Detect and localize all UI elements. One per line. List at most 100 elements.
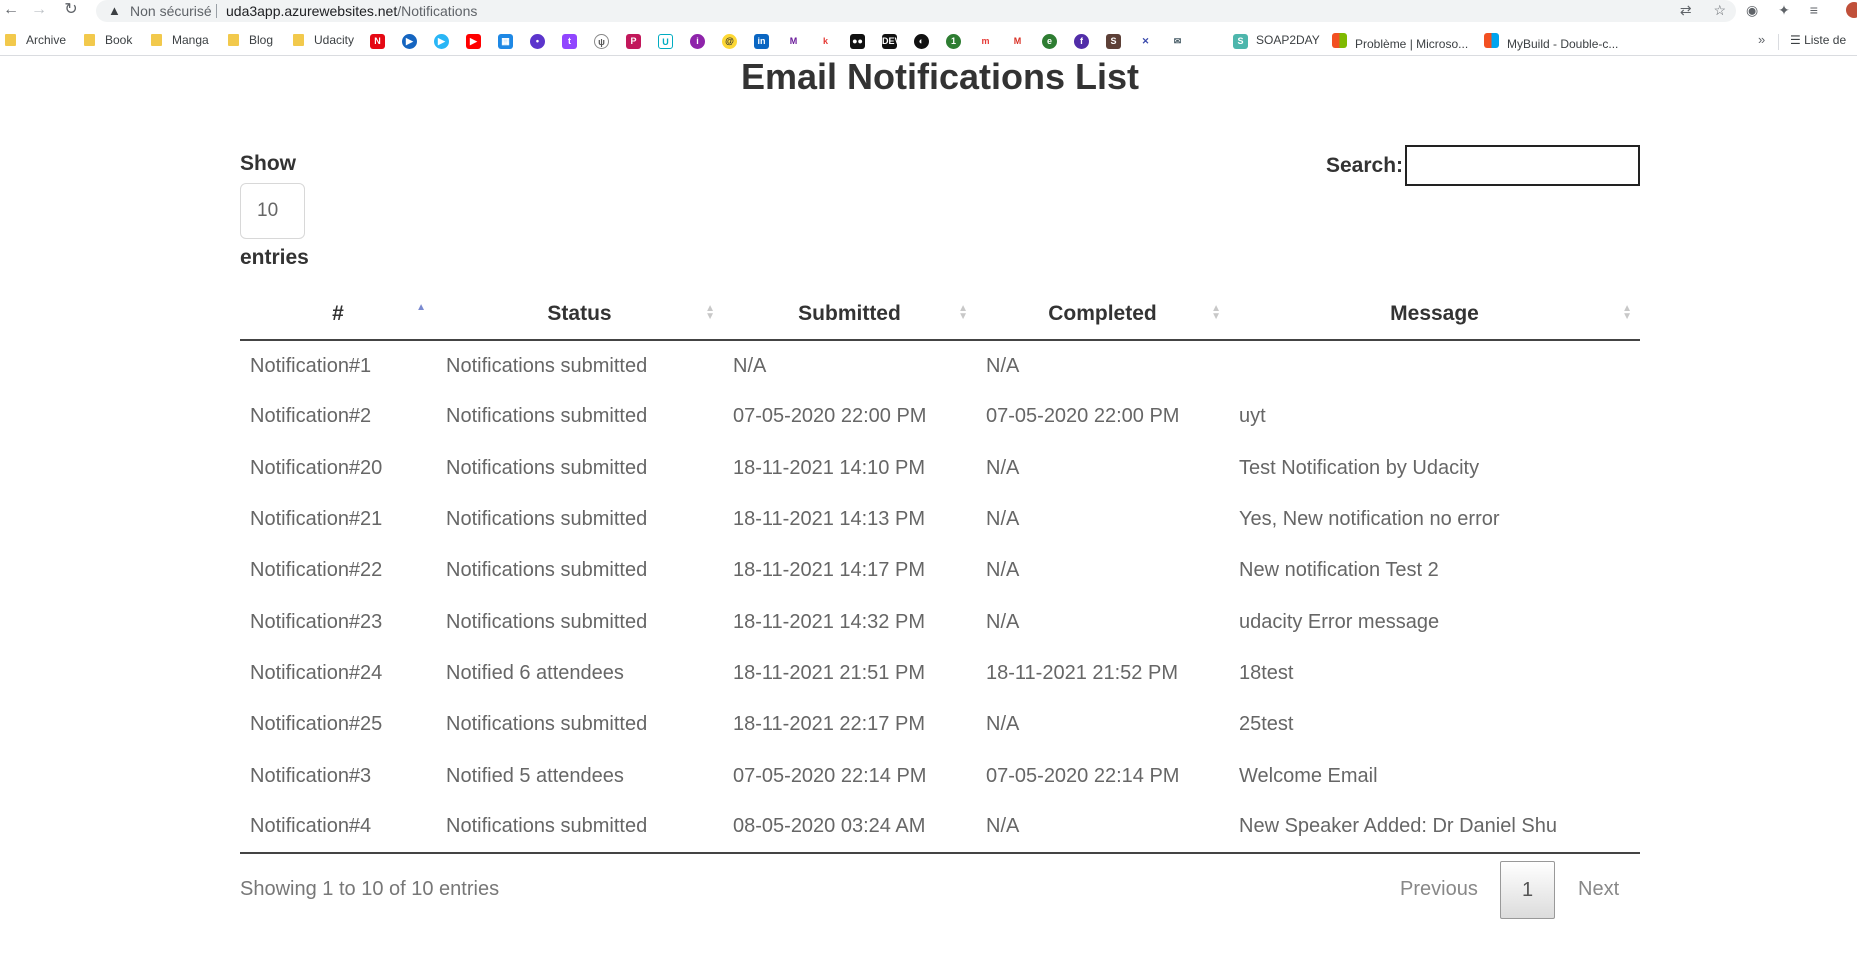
image-app-icon[interactable]: ▦ <box>498 34 513 49</box>
cell-submitted: 07-05-2020 22:00 PM <box>733 405 927 428</box>
cell-submitted: 07-05-2020 22:14 PM <box>733 764 927 787</box>
folder-icon <box>151 34 162 46</box>
star-icon[interactable]: ☆ <box>1713 2 1726 18</box>
column-header-submitted[interactable]: Submitted ▲ ▼ <box>723 288 976 341</box>
previous-button[interactable]: Previous <box>1400 878 1478 937</box>
entries-label: entries <box>240 246 309 269</box>
violet-circle-icon[interactable]: f <box>1074 34 1089 49</box>
yellow-circle-icon[interactable]: @ <box>722 34 737 49</box>
table-row[interactable]: Notification#1 Notifications submitted N… <box>240 340 1640 391</box>
column-header-message[interactable]: Message ▲ ▼ <box>1229 288 1640 341</box>
cell-id: Notification#2 <box>250 405 372 428</box>
github-icon[interactable]: ◐ <box>914 34 929 49</box>
column-header-completed[interactable]: Completed ▲ ▼ <box>976 288 1229 341</box>
cell-id: Notification#25 <box>250 713 383 736</box>
address-divider <box>216 4 217 18</box>
cell-id: Notification#22 <box>250 559 383 582</box>
p-app-icon[interactable]: P <box>626 34 641 49</box>
green-one-icon[interactable]: 1 <box>946 34 961 49</box>
bookmark-mybuild[interactable]: MyBuild - Double-c... <box>1484 33 1618 51</box>
table-row[interactable]: Notification#4 Notifications submitted 0… <box>240 801 1640 854</box>
k-app-icon[interactable]: k <box>818 34 833 49</box>
cell-id: Notification#1 <box>250 354 372 377</box>
gmail-icon[interactable]: M <box>1010 34 1025 49</box>
table-row[interactable]: Notification#3 Notified 5 attendees 07-0… <box>240 750 1640 801</box>
forward-icon[interactable]: → <box>28 0 50 22</box>
youtube-icon[interactable]: ▶ <box>466 34 481 49</box>
bookmark-microsoft[interactable]: Problème | Microso... <box>1332 33 1468 51</box>
play-circle-icon[interactable]: ▶ <box>402 34 417 49</box>
list-icon: ☰ <box>1790 33 1805 47</box>
column-header-number[interactable]: # ▲ <box>240 288 436 341</box>
profile-ext-icon[interactable]: ◉ <box>1746 2 1758 18</box>
bookmark-archive[interactable]: Archive <box>5 33 66 47</box>
cell-completed: N/A <box>986 456 1020 479</box>
bookmark-soap2day[interactable]: S SOAP2DAY <box>1233 33 1320 49</box>
cell-completed: 07-05-2020 22:14 PM <box>986 764 1180 787</box>
column-header-label: Submitted <box>798 301 901 325</box>
cell-submitted: 18-11-2021 14:10 PM <box>733 456 925 479</box>
dev-icon[interactable]: DEV <box>882 34 901 49</box>
play-blue-icon[interactable]: ▶ <box>434 34 449 49</box>
bookmark-manga[interactable]: Manga <box>151 33 209 47</box>
table-row[interactable]: Notification#23 Notifications submitted … <box>240 596 1640 647</box>
cell-submitted: 18-11-2021 22:17 PM <box>733 713 925 736</box>
puzzle-icon[interactable]: ✦ <box>1778 2 1790 18</box>
table-row[interactable]: Notification#22 Notifications submitted … <box>240 545 1640 596</box>
mail-open-icon[interactable]: ✉ <box>1170 34 1185 49</box>
x-app-icon[interactable]: ✕ <box>1138 34 1153 49</box>
avatar[interactable] <box>1846 2 1857 18</box>
cell-id: Notification#23 <box>250 610 383 633</box>
translate-icon[interactable]: ⇄ <box>1680 2 1692 18</box>
back-icon[interactable]: ← <box>0 0 22 22</box>
page-1-button[interactable]: 1 <box>1500 861 1555 919</box>
media-icon[interactable]: ≡ <box>1810 2 1818 18</box>
table-row[interactable]: Notification#2 Notifications submitted 0… <box>240 391 1640 442</box>
bookmark-blog[interactable]: Blog <box>228 33 273 47</box>
bookmark-book[interactable]: Book <box>84 33 132 47</box>
table-row[interactable]: Notification#25 Notifications submitted … <box>240 699 1640 750</box>
address-bar[interactable]: ▲ Non sécurisé uda3app.azurewebsites.net… <box>96 0 1736 22</box>
twitch-icon[interactable]: t <box>562 34 577 49</box>
cell-status: Notifications submitted <box>436 801 723 854</box>
u-app-icon[interactable]: U <box>658 34 673 49</box>
table-row[interactable]: Notification#21 Notifications submitted … <box>240 494 1640 545</box>
reading-list[interactable]: ☰ Liste de <box>1790 33 1846 47</box>
bookmark-label: Archive <box>26 33 67 47</box>
linkedin-icon[interactable]: in <box>754 34 769 49</box>
cell-submitted: 18-11-2021 14:17 PM <box>733 559 925 582</box>
column-header-status[interactable]: Status ▲ ▼ <box>436 288 723 341</box>
cell-message: Test Notification by Udacity <box>1239 456 1480 479</box>
reload-icon[interactable]: ↻ <box>60 0 82 22</box>
table-row[interactable]: Notification#20 Notifications submitted … <box>240 443 1640 494</box>
url-text[interactable]: uda3app.azurewebsites.net/Notifications <box>226 3 477 19</box>
sort-icon: ▲ ▼ <box>1622 303 1632 322</box>
table-info: Showing 1 to 10 of 10 entries <box>240 878 500 900</box>
entries-per-page-select[interactable]: 10 <box>240 183 305 239</box>
cell-message: 25test <box>1239 713 1294 736</box>
insecure-label: Non sécurisé <box>130 3 212 19</box>
leaf-icon[interactable]: ψ <box>594 34 609 49</box>
cell-status: Notified 5 attendees <box>446 764 624 787</box>
brown-app-icon[interactable]: S <box>1106 34 1121 49</box>
column-header-label: # <box>332 301 344 325</box>
soap2day-icon: S <box>1233 34 1248 49</box>
bookmark-udacity[interactable]: Udacity <box>293 33 354 47</box>
purple-circle-icon[interactable]: • <box>530 34 545 49</box>
search-input[interactable] <box>1405 145 1640 186</box>
m-red-icon[interactable]: m <box>978 34 993 49</box>
table-row[interactable]: Notification#24 Notified 6 attendees 18-… <box>240 648 1640 699</box>
cell-status: Notifications submitted <box>446 354 648 377</box>
cell-id: Notification#20 <box>250 456 383 479</box>
cell-id: Notification#4 <box>240 801 436 854</box>
more-bookmarks-icon[interactable]: » <box>1758 32 1765 47</box>
cell-status: Notifications submitted <box>446 713 648 736</box>
info-purple-icon[interactable]: i <box>690 34 705 49</box>
medium-icon[interactable]: ●● <box>850 34 865 49</box>
next-button[interactable]: Next <box>1578 878 1619 937</box>
netflix-icon[interactable]: N <box>370 34 385 49</box>
show-label: Show <box>240 152 296 175</box>
m-purple-icon[interactable]: M <box>786 34 801 49</box>
cell-completed: N/A <box>986 713 1020 736</box>
evernote-icon[interactable]: e <box>1042 34 1057 49</box>
